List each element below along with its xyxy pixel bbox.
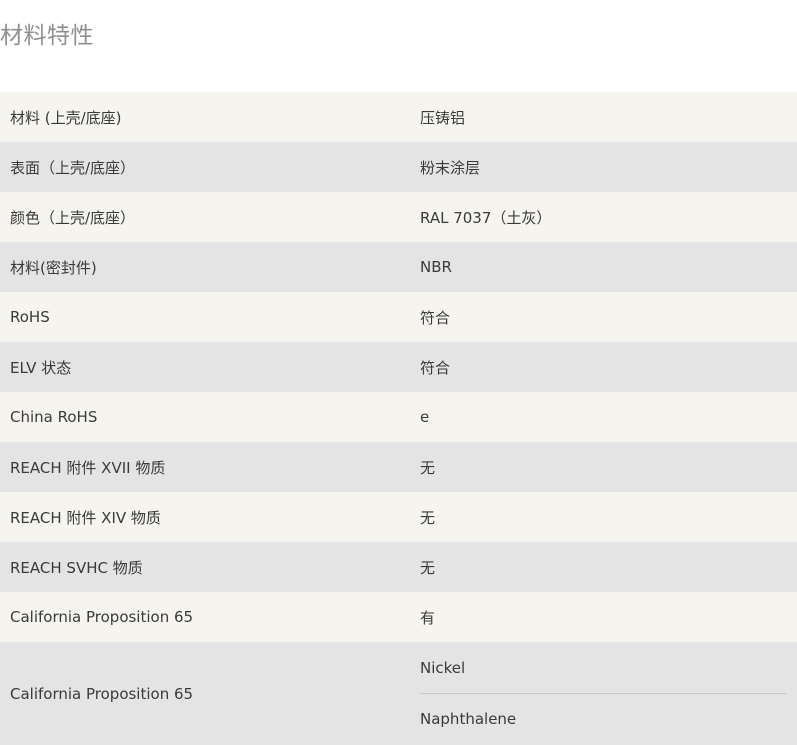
table-row: California Proposition 65 Nickel Naphtha… [0, 642, 797, 745]
property-label: ELV 状态 [0, 342, 410, 392]
property-label: 材料(密封件) [0, 242, 410, 292]
property-label: RoHS [0, 292, 410, 342]
table-row: 材料(密封件) NBR [0, 242, 797, 292]
property-value: 符合 [410, 292, 797, 342]
property-value: 无 [410, 492, 797, 542]
property-value: e [410, 392, 797, 442]
property-label: REACH SVHC 物质 [0, 542, 410, 592]
property-value: 无 [410, 442, 797, 492]
property-value: RAL 7037（土灰） [410, 192, 797, 242]
table-row: California Proposition 65 有 [0, 592, 797, 642]
property-label: REACH 附件 XVII 物质 [0, 442, 410, 492]
property-value-list: Nickel Naphthalene [410, 642, 797, 745]
property-value: NBR [410, 242, 797, 292]
table-row: REACH 附件 XIV 物质 无 [0, 492, 797, 542]
table-row: RoHS 符合 [0, 292, 797, 342]
property-value: 符合 [410, 342, 797, 392]
property-value-item: Nickel [420, 659, 466, 677]
property-label: California Proposition 65 [0, 642, 410, 745]
table-row: REACH 附件 XVII 物质 无 [0, 442, 797, 492]
table-row: 表面（上壳/底座） 粉末涂层 [0, 142, 797, 192]
property-label: 表面（上壳/底座） [0, 142, 410, 192]
property-label: REACH 附件 XIV 物质 [0, 492, 410, 542]
property-label: 颜色（上壳/底座） [0, 192, 410, 242]
section-title: 材料特性 [0, 23, 94, 49]
table-row: China RoHS e [0, 392, 797, 442]
table-row: ELV 状态 符合 [0, 342, 797, 392]
table-row: 材料 (上壳/底座) 压铸铝 [0, 92, 797, 142]
property-label: 材料 (上壳/底座) [0, 92, 410, 142]
property-label: China RoHS [0, 392, 410, 442]
property-value: 压铸铝 [410, 92, 797, 142]
table-row: 颜色（上壳/底座） RAL 7037（土灰） [0, 192, 797, 242]
material-properties-table: 材料 (上壳/底座) 压铸铝 表面（上壳/底座） 粉末涂层 颜色（上壳/底座） … [0, 92, 797, 745]
property-value: 有 [410, 592, 797, 642]
property-value: 粉末涂层 [410, 142, 797, 192]
property-label: California Proposition 65 [0, 592, 410, 642]
property-value-item: Naphthalene [420, 693, 787, 744]
property-value: 无 [410, 542, 797, 592]
table-row: REACH SVHC 物质 无 [0, 542, 797, 592]
